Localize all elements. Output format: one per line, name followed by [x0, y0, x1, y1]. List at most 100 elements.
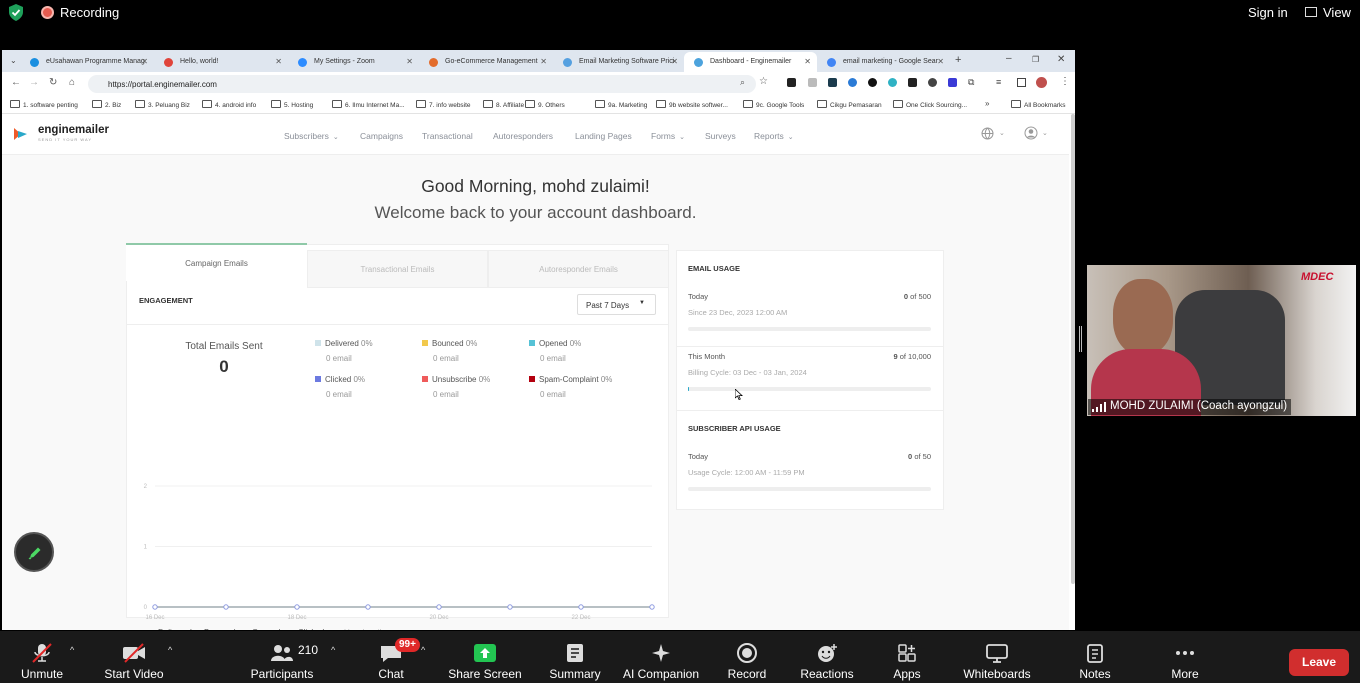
tab-close-icon[interactable]: ✕ — [275, 57, 282, 66]
page-scrollbar[interactable] — [1071, 114, 1075, 584]
toolbar-unmute[interactable]: Unmute — [0, 667, 87, 681]
back-icon[interactable]: ← — [11, 77, 21, 88]
legend-item[interactable]: Delivered — [145, 628, 192, 630]
toolbar-apps[interactable]: Apps — [862, 667, 952, 681]
panel-splitter-handle[interactable] — [1079, 326, 1082, 352]
toolbar-summary[interactable]: Summary — [530, 667, 620, 681]
toolbar-record[interactable]: Record — [702, 667, 792, 681]
extension-icon[interactable] — [908, 78, 917, 87]
extension-icon[interactable] — [868, 78, 877, 87]
video-options-caret-icon[interactable]: ^ — [168, 645, 172, 655]
participants-caret-icon[interactable]: ^ — [331, 645, 335, 655]
minimize-icon[interactable]: – — [1006, 53, 1012, 64]
extensions-puzzle-icon[interactable]: ⧉ — [968, 77, 974, 88]
extension-icon[interactable] — [928, 78, 937, 87]
tab-close-icon[interactable]: ✕ — [937, 57, 944, 66]
sign-in-button[interactable]: Sign in — [1248, 5, 1288, 20]
zoom-magnifier-icon[interactable]: ⌕ — [740, 77, 745, 88]
tab-close-icon[interactable]: ✕ — [406, 57, 413, 66]
legend-item[interactable]: Unsubscribe — [331, 628, 388, 630]
participants-icon[interactable] — [270, 643, 294, 663]
browser-tab[interactable]: eUsahawan Programme Manag ✕ — [20, 52, 154, 72]
home-icon[interactable]: ⌂ — [69, 77, 75, 88]
bookmark-folder[interactable]: 1. software penting — [10, 100, 78, 109]
participant-video-tile[interactable]: MDEC MOHD ZULAIMI (Coach ayongzul) — [1087, 265, 1356, 416]
bookmark-star-icon[interactable]: ☆ — [759, 76, 768, 87]
user-account-icon[interactable] — [1024, 126, 1038, 140]
extension-icon[interactable] — [948, 78, 957, 87]
tab-search-icon[interactable]: ⌄ — [10, 56, 17, 65]
bookmark-folder[interactable]: Cikgu Pemasaran — [817, 100, 882, 109]
bookmark-folder[interactable]: 6. Ilmu Internet Ma... — [332, 100, 405, 109]
extension-icon[interactable] — [848, 78, 857, 87]
new-tab-icon[interactable]: + — [955, 54, 961, 66]
leave-button[interactable]: Leave — [1289, 649, 1349, 676]
bookmark-folder[interactable]: 2. Biz — [92, 100, 121, 109]
toolbar-notes[interactable]: Notes — [1050, 667, 1140, 681]
browser-tab[interactable]: My Settings - Zoom ✕ — [288, 52, 419, 72]
bookmark-folder[interactable]: 9a. Marketing — [595, 100, 647, 109]
annotate-button[interactable] — [14, 532, 54, 572]
toolbar-whiteboards[interactable]: Whiteboards — [952, 667, 1042, 681]
bookmark-folder[interactable]: 5. Hosting — [271, 100, 313, 109]
toolbar-ai-companion[interactable]: AI Companion — [616, 667, 706, 681]
share-screen-icon[interactable] — [473, 643, 497, 663]
tab-close-icon[interactable]: ✕ — [141, 57, 148, 66]
language-globe-icon[interactable] — [981, 127, 994, 140]
more-icon[interactable] — [1173, 643, 1197, 663]
period-dropdown[interactable]: Past 7 Days ▼ — [577, 294, 656, 315]
tab-close-icon[interactable]: ✕ — [540, 57, 547, 66]
legend-item[interactable]: Bounced — [191, 628, 236, 630]
bookmark-folder[interactable]: 8. Affiliate — [483, 100, 524, 109]
bookmark-folder[interactable]: 9c. Google Tools — [743, 100, 804, 109]
microphone-muted-icon[interactable] — [30, 643, 54, 663]
close-window-icon[interactable]: ✕ — [1057, 54, 1065, 65]
site-logo[interactable]: enginemailer SEND IT YOUR WAY — [38, 124, 109, 142]
nav-item-landing-pages[interactable]: Landing Pages — [575, 131, 632, 141]
record-icon[interactable] — [735, 643, 759, 663]
extension-icon[interactable] — [888, 78, 897, 87]
nav-item-subscribers[interactable]: Subscribers ⌄ — [284, 131, 339, 141]
tab-autoresponder-emails[interactable]: Autoresponder Emails — [488, 250, 669, 288]
extension-pen-icon[interactable] — [787, 78, 796, 87]
media-control-icon[interactable]: ≡ — [996, 77, 1001, 87]
toolbar-chat[interactable]: Chat — [346, 667, 436, 681]
browser-tab[interactable]: Dashboard - Enginemailer ✕ — [684, 52, 817, 72]
bookmark-folder[interactable]: 4. android info — [202, 100, 256, 109]
legend-item[interactable]: Opened — [239, 628, 280, 630]
whiteboards-icon[interactable] — [985, 643, 1009, 663]
side-panel-icon[interactable] — [1017, 78, 1026, 87]
browser-tab[interactable]: Go-eCommerce Management ✕ — [419, 52, 553, 72]
forward-icon[interactable]: → — [29, 77, 39, 88]
toolbar-share-screen[interactable]: Share Screen — [440, 667, 530, 681]
nav-item-campaigns[interactable]: Campaigns — [360, 131, 403, 141]
ai-companion-icon[interactable] — [649, 643, 673, 663]
nav-item-reports[interactable]: Reports ⌄ — [754, 131, 794, 141]
bookmark-folder[interactable]: 9b website softwer... — [656, 100, 728, 109]
tab-close-icon[interactable]: ✕ — [671, 57, 678, 66]
reload-icon[interactable]: ↻ — [49, 77, 57, 88]
toolbar-participants[interactable]: Participants — [237, 667, 327, 681]
profile-avatar[interactable] — [1036, 77, 1047, 88]
bookmark-folder[interactable]: 9. Others — [525, 100, 565, 109]
tab-campaign-emails[interactable]: Campaign Emails — [126, 243, 307, 281]
tab-transactional-emails[interactable]: Transactional Emails — [307, 250, 488, 288]
nav-item-transactional[interactable]: Transactional — [422, 131, 473, 141]
toolbar-reactions[interactable]: Reactions — [782, 667, 872, 681]
bookmark-folder[interactable]: One Click Sourcing... — [893, 100, 967, 109]
security-shield-icon[interactable] — [8, 4, 24, 21]
view-button[interactable]: View — [1323, 5, 1351, 20]
extension-icon[interactable] — [808, 78, 817, 87]
bookmarks-overflow-icon[interactable]: » — [985, 99, 989, 108]
nav-item-surveys[interactable]: Surveys — [705, 131, 736, 141]
browser-tab[interactable]: Hello, world! ✕ — [154, 52, 288, 72]
tab-close-icon[interactable]: ✕ — [804, 57, 811, 66]
reactions-icon[interactable] — [815, 643, 839, 663]
browser-menu-icon[interactable]: ⋮ — [1060, 76, 1070, 87]
recording-label[interactable]: Recording — [60, 5, 119, 20]
audio-options-caret-icon[interactable]: ^ — [70, 645, 74, 655]
legend-item[interactable]: Clicked — [285, 628, 324, 630]
restore-icon[interactable]: ❐ — [1032, 55, 1039, 64]
nav-item-autoresponders[interactable]: Autoresponders — [493, 131, 553, 141]
apps-icon[interactable] — [895, 643, 919, 663]
